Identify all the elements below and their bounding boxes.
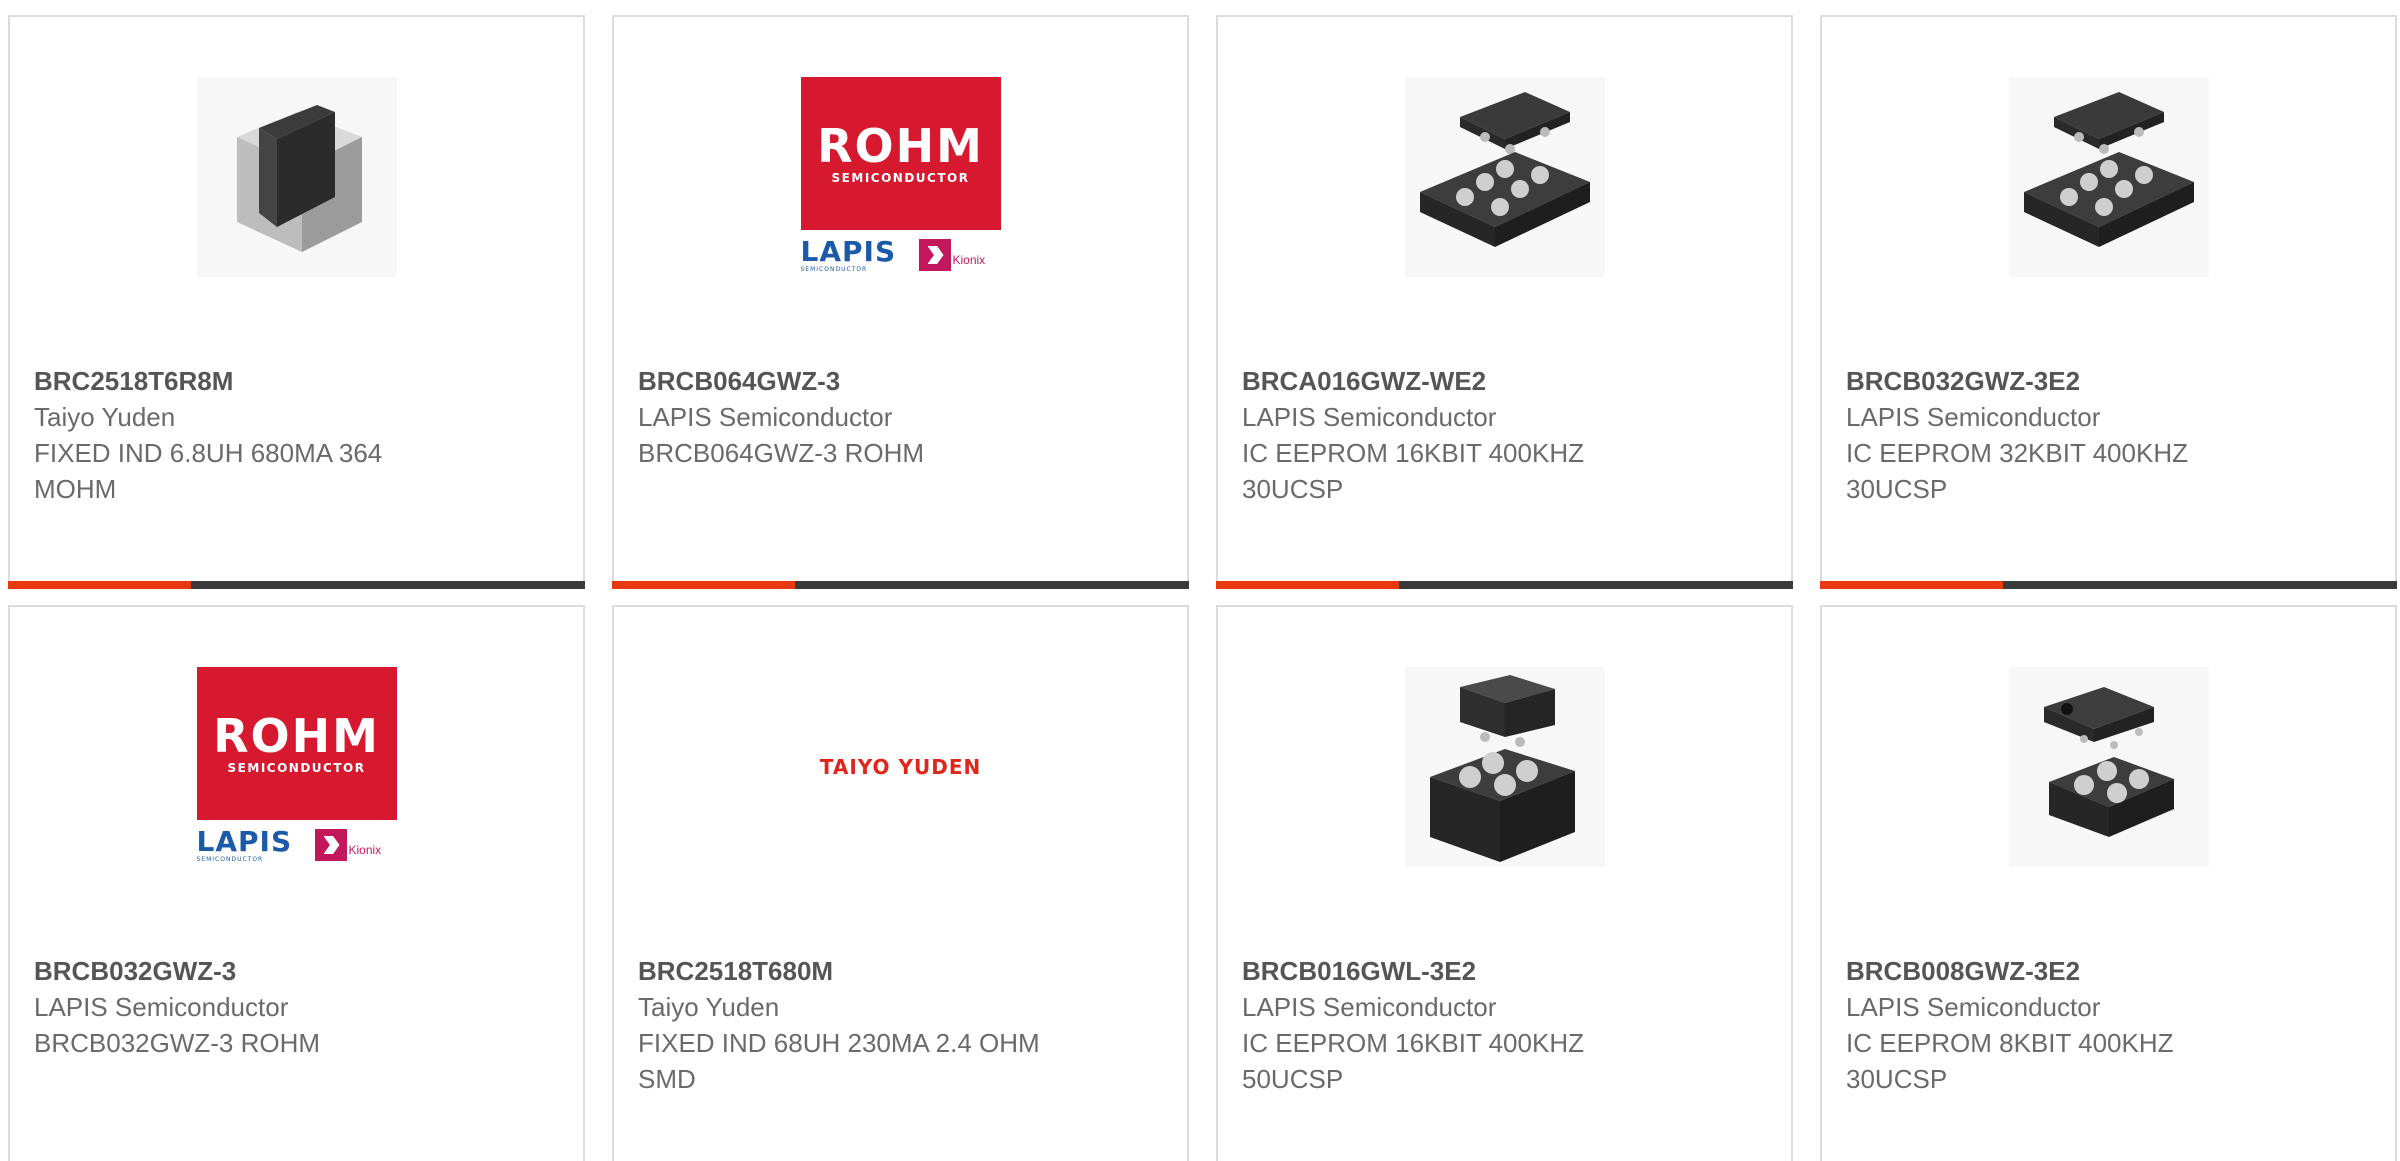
card-accent — [8, 581, 191, 589]
description: IC EEPROM 32KBIT 400KHZ 30UCSP — [1846, 438, 2188, 504]
product-image[interactable]: ROHM SEMICONDUCTOR LAPIS SEMICONDUCTOR K… — [614, 77, 1187, 277]
lapis-logo-subtext: SEMICONDUCTOR — [196, 856, 264, 863]
description: BRCB032GWZ-3 ROHM — [34, 1028, 321, 1058]
card-bottom-bar — [612, 581, 1189, 589]
rohm-lapis-logo: ROHM SEMICONDUCTOR LAPIS SEMICONDUCTOR K… — [800, 77, 1001, 277]
description: IC EEPROM 16KBIT 400KHZ 30UCSP — [1242, 438, 1584, 504]
manufacturer: LAPIS Semiconductor — [1242, 992, 1497, 1022]
part-number[interactable]: BRC2518T680M — [638, 953, 1163, 989]
product-card[interactable]: TAIYO YUDEN BRC2518T680M Taiyo Yuden FIX… — [612, 605, 1189, 1161]
rohm-logo-text: ROHM — [817, 119, 984, 173]
ucsp-package-square-small-icon — [2008, 667, 2209, 867]
rohm-logo-subtext: SEMICONDUCTOR — [831, 171, 970, 185]
rohm-lapis-logo: ROHM SEMICONDUCTOR LAPIS SEMICONDUCTOR K… — [196, 667, 397, 867]
part-number[interactable]: BRCB032GWZ-3 — [34, 953, 559, 989]
ucsp-package-square-icon — [1404, 667, 1605, 867]
product-info: BRCA016GWZ-WE2 LAPIS Semiconductor IC EE… — [1242, 363, 1767, 507]
description: BRCB064GWZ-3 ROHM — [638, 438, 925, 468]
card-accent — [1820, 581, 2003, 589]
product-card[interactable]: BRC2518T6R8M Taiyo Yuden FIXED IND 6.8UH… — [8, 15, 585, 589]
ucsp-package-icon — [1404, 77, 1605, 277]
part-number[interactable]: BRCB032GWZ-3E2 — [1846, 363, 2371, 399]
product-card[interactable]: ROHM SEMICONDUCTOR LAPIS SEMICONDUCTOR K… — [8, 605, 585, 1161]
rohm-logo-subtext: SEMICONDUCTOR — [227, 761, 366, 775]
description: FIXED IND 6.8UH 680MA 364 MOHM — [34, 438, 383, 504]
rohm-logo-text: ROHM — [213, 709, 380, 763]
manufacturer: LAPIS Semiconductor — [1242, 402, 1497, 432]
card-bottom-bar — [1820, 581, 2397, 589]
card-bottom-bar — [1216, 581, 1793, 589]
card-bottom-bar — [8, 581, 585, 589]
rohm-logo-block: ROHM SEMICONDUCTOR — [800, 77, 1001, 230]
ucsp-package-icon — [2008, 77, 2209, 277]
description: IC EEPROM 8KBIT 400KHZ 30UCSP — [1846, 1028, 2174, 1094]
manufacturer: LAPIS Semiconductor — [34, 992, 289, 1022]
product-image[interactable]: TAIYO YUDEN — [614, 667, 1187, 867]
product-card[interactable]: BRCA016GWZ-WE2 LAPIS Semiconductor IC EE… — [1216, 15, 1793, 589]
product-card[interactable]: BRCB016GWL-3E2 LAPIS Semiconductor IC EE… — [1216, 605, 1793, 1161]
product-card[interactable]: BRCB032GWZ-3E2 LAPIS Semiconductor IC EE… — [1820, 15, 2397, 589]
kionix-logo-text: Kionix — [348, 843, 382, 857]
manufacturer: LAPIS Semiconductor — [1846, 402, 2101, 432]
product-info: BRC2518T680M Taiyo Yuden FIXED IND 68UH … — [638, 953, 1163, 1097]
product-grid: BRC2518T6R8M Taiyo Yuden FIXED IND 6.8UH… — [0, 0, 2400, 1161]
kionix-logo-icon — [314, 829, 347, 861]
lapis-logo-text: LAPIS — [800, 235, 897, 268]
card-accent — [1216, 581, 1399, 589]
lapis-logo-subtext: SEMICONDUCTOR — [800, 266, 868, 273]
product-info: BRCB008GWZ-3E2 LAPIS Semiconductor IC EE… — [1846, 953, 2371, 1097]
chip-inductor-icon — [196, 77, 397, 277]
manufacturer: Taiyo Yuden — [638, 992, 780, 1022]
product-image[interactable] — [1822, 667, 2395, 867]
lapis-kionix-logos: LAPIS SEMICONDUCTOR Kionix — [197, 827, 397, 867]
part-number[interactable]: BRCB064GWZ-3 — [638, 363, 1163, 399]
description: FIXED IND 68UH 230MA 2.4 OHM SMD — [638, 1028, 1040, 1094]
rohm-logo-block: ROHM SEMICONDUCTOR — [196, 667, 397, 820]
product-image[interactable] — [1822, 77, 2395, 277]
manufacturer: LAPIS Semiconductor — [1846, 992, 2101, 1022]
manufacturer: LAPIS Semiconductor — [638, 402, 893, 432]
card-accent — [612, 581, 795, 589]
product-image[interactable]: ROHM SEMICONDUCTOR LAPIS SEMICONDUCTOR K… — [10, 667, 583, 867]
part-number[interactable]: BRC2518T6R8M — [34, 363, 559, 399]
taiyo-yuden-logo: TAIYO YUDEN — [819, 755, 982, 779]
part-number[interactable]: BRCB008GWZ-3E2 — [1846, 953, 2371, 989]
lapis-kionix-logos: LAPIS SEMICONDUCTOR Kionix — [801, 237, 1001, 277]
product-info: BRCB064GWZ-3 LAPIS Semiconductor BRCB064… — [638, 363, 1163, 471]
product-card[interactable]: ROHM SEMICONDUCTOR LAPIS SEMICONDUCTOR K… — [612, 15, 1189, 589]
kionix-logo-icon — [918, 239, 951, 271]
lapis-logo-text: LAPIS — [196, 825, 293, 858]
manufacturer: Taiyo Yuden — [34, 402, 176, 432]
product-image[interactable] — [10, 77, 583, 277]
kionix-logo-text: Kionix — [952, 253, 986, 267]
product-info: BRC2518T6R8M Taiyo Yuden FIXED IND 6.8UH… — [34, 363, 559, 507]
part-number[interactable]: BRCA016GWZ-WE2 — [1242, 363, 1767, 399]
part-number[interactable]: BRCB016GWL-3E2 — [1242, 953, 1767, 989]
description: IC EEPROM 16KBIT 400KHZ 50UCSP — [1242, 1028, 1584, 1094]
product-image[interactable] — [1218, 77, 1791, 277]
product-info: BRCB032GWZ-3E2 LAPIS Semiconductor IC EE… — [1846, 363, 2371, 507]
product-card[interactable]: BRCB008GWZ-3E2 LAPIS Semiconductor IC EE… — [1820, 605, 2397, 1161]
product-info: BRCB016GWL-3E2 LAPIS Semiconductor IC EE… — [1242, 953, 1767, 1097]
product-info: BRCB032GWZ-3 LAPIS Semiconductor BRCB032… — [34, 953, 559, 1061]
product-image[interactable] — [1218, 667, 1791, 867]
